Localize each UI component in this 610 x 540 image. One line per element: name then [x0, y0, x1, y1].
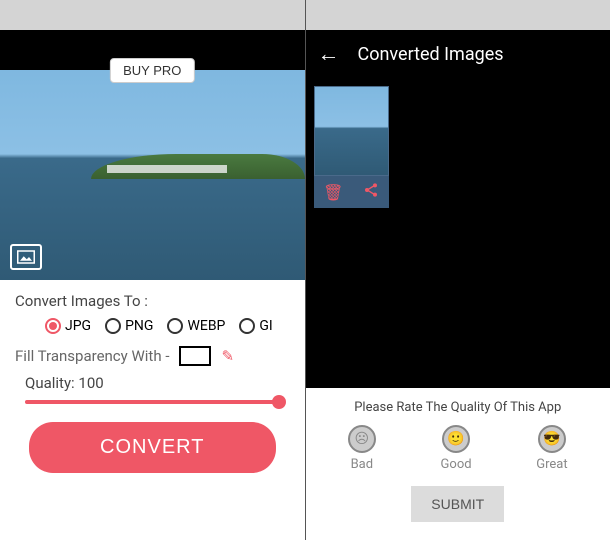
status-bar-left: [0, 0, 305, 30]
convert-button[interactable]: CONVERT: [29, 422, 276, 473]
format-radio-gif[interactable]: GI: [239, 318, 272, 334]
neutral-face-icon: 🙂: [442, 425, 470, 453]
rating-label: Good: [441, 457, 472, 472]
converted-images-grid: 🗑: [306, 78, 610, 388]
fill-color-swatch[interactable]: [179, 346, 211, 366]
rating-bad[interactable]: ☹ Bad: [348, 425, 376, 472]
back-arrow-icon[interactable]: ←: [318, 41, 340, 67]
rating-panel: Please Rate The Quality Of This App ☹ Ba…: [306, 388, 610, 540]
quality-label: Quality:: [25, 374, 75, 392]
rating-prompt: Please Rate The Quality Of This App: [316, 400, 601, 415]
converted-thumbnail[interactable]: 🗑: [314, 86, 389, 208]
quality-value: 100: [78, 374, 103, 392]
status-bar-right: [306, 0, 610, 30]
format-radio-webp[interactable]: WEBP: [167, 318, 225, 334]
sad-face-icon: ☹: [348, 425, 376, 453]
thumbnail-image: [314, 86, 389, 176]
preview-image: [0, 70, 305, 280]
convert-to-label: Convert Images To :: [15, 292, 290, 310]
slider-thumb[interactable]: [272, 395, 286, 409]
rating-label: Bad: [351, 457, 374, 472]
right-header: ← Converted Images: [306, 30, 610, 78]
page-title: Converted Images: [358, 44, 504, 65]
rating-label: Great: [536, 457, 567, 472]
share-icon[interactable]: [363, 182, 379, 202]
radio-label: JPG: [65, 318, 91, 334]
radio-label: WEBP: [187, 318, 225, 334]
radio-label: PNG: [125, 318, 153, 334]
delete-icon[interactable]: 🗑: [323, 183, 343, 202]
format-radio-group: JPG PNG WEBP GI: [45, 318, 290, 334]
rating-good[interactable]: 🙂 Good: [441, 425, 472, 472]
format-radio-png[interactable]: PNG: [105, 318, 153, 334]
format-radio-jpg[interactable]: JPG: [45, 318, 91, 334]
buy-pro-button[interactable]: BUY PRO: [110, 58, 194, 83]
edit-color-icon[interactable]: ✎: [221, 347, 234, 365]
submit-button[interactable]: SUBMIT: [411, 486, 504, 522]
image-icon: [17, 250, 35, 264]
rating-great[interactable]: 😎 Great: [536, 425, 567, 472]
radio-label: GI: [259, 318, 272, 334]
image-preview-area: BUY PRO: [0, 30, 305, 280]
image-picker-button[interactable]: [10, 244, 42, 270]
quality-slider[interactable]: [25, 400, 280, 404]
fill-transparency-label: Fill Transparency With -: [15, 347, 169, 365]
cool-face-icon: 😎: [538, 425, 566, 453]
